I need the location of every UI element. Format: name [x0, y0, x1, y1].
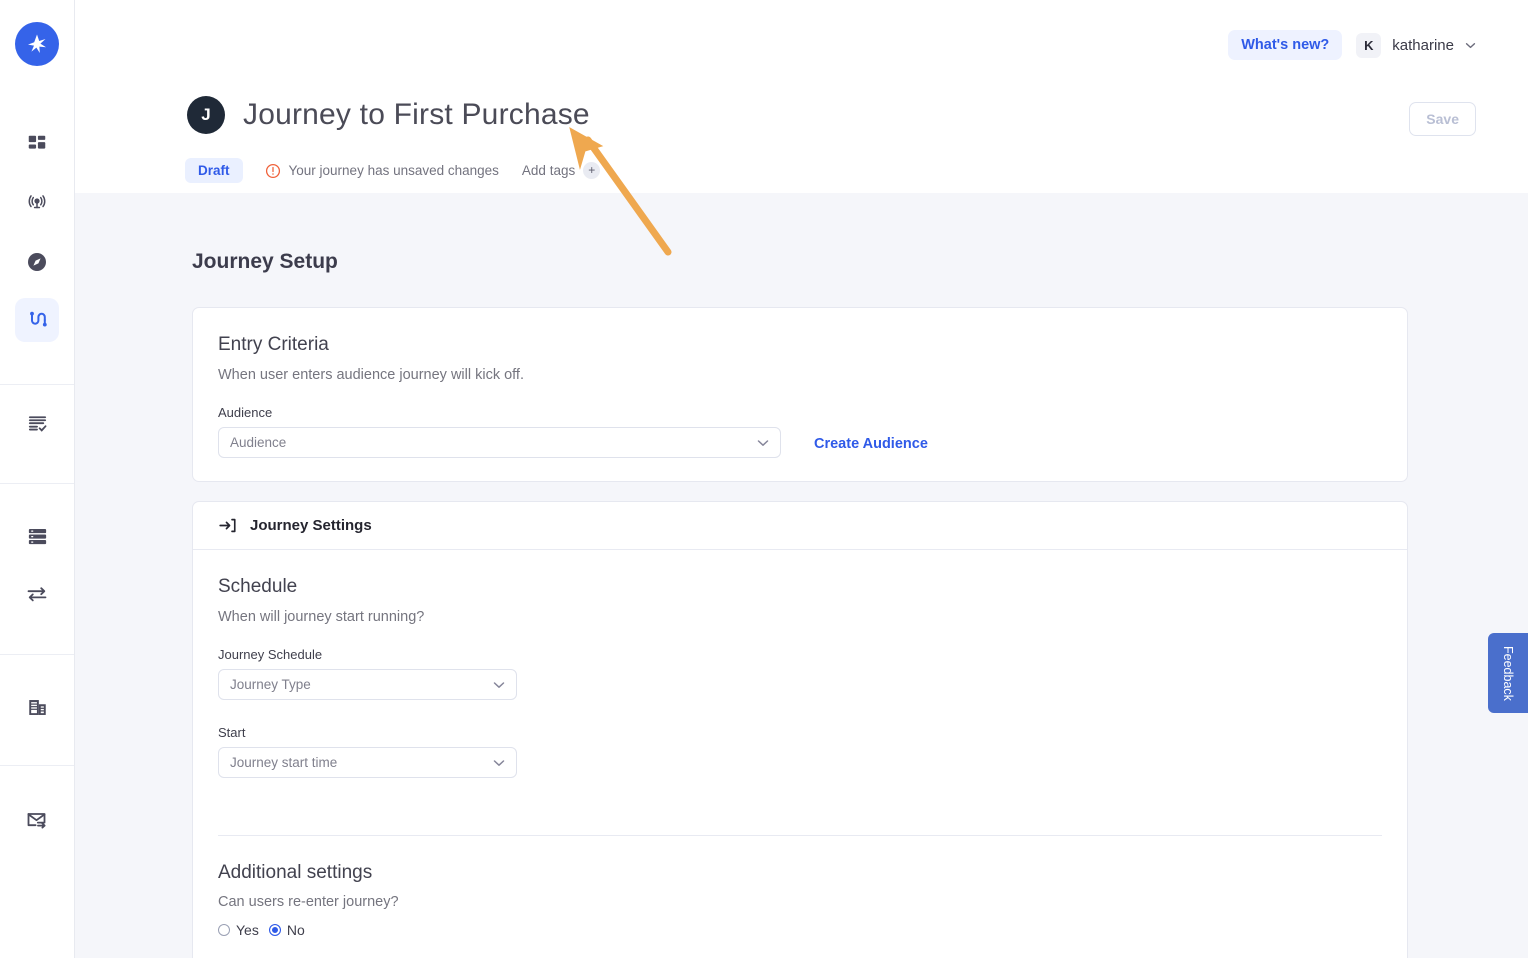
alert-circle-icon	[265, 163, 281, 179]
schedule-subtitle: When will journey start running?	[218, 609, 425, 625]
status-badge: Draft	[185, 158, 243, 183]
audience-label: Audience	[218, 405, 273, 420]
checklist-icon	[28, 415, 46, 432]
entry-criteria-card: Entry Criteria When user enters audience…	[192, 307, 1408, 482]
sidebar-item-explore[interactable]	[15, 240, 59, 284]
app-logo[interactable]	[15, 22, 59, 66]
journey-settings-header[interactable]: Journey Settings	[193, 502, 1407, 550]
broadcast-icon	[28, 195, 46, 209]
start-label: Start	[218, 725, 246, 740]
envelope-send-icon	[27, 813, 46, 829]
plus-icon: +	[583, 162, 601, 179]
sidebar-item-integrations[interactable]	[15, 572, 59, 616]
journey-schedule-label: Journey Schedule	[218, 647, 323, 662]
compass-icon	[28, 253, 46, 271]
sidebar-group-sources	[0, 514, 74, 616]
sidebar	[0, 0, 75, 958]
re-enter-option-yes-label: Yes	[236, 922, 259, 938]
journey-settings-card: Journey Settings Schedule When will jour…	[192, 501, 1408, 958]
add-tags-button[interactable]: Add tags +	[521, 162, 601, 179]
entry-criteria-subtitle: When user enters audience journey will k…	[218, 367, 524, 383]
organization-icon	[28, 699, 46, 715]
sidebar-divider-2	[0, 483, 74, 484]
unsaved-changes-text: Your journey has unsaved changes	[288, 163, 499, 178]
re-enter-option-no-label: No	[286, 922, 305, 938]
sidebar-group-org	[0, 685, 74, 729]
audience-select[interactable]: Audience	[218, 427, 781, 458]
main-content: Journey Setup Entry Criteria When user e…	[75, 193, 1528, 958]
whats-new-button[interactable]: What's new?	[1228, 30, 1343, 60]
additional-settings-heading: Additional settings	[218, 862, 373, 883]
sidebar-item-journeys[interactable]	[15, 298, 59, 342]
start-time-select-value: Journey start time	[230, 755, 338, 770]
sidebar-item-organization[interactable]	[15, 685, 59, 729]
chevron-down-icon	[1465, 39, 1476, 51]
re-enter-option-yes[interactable]: Yes	[218, 922, 259, 938]
enter-arrow-icon	[218, 516, 237, 535]
database-icon	[28, 528, 46, 544]
avatar: K	[1356, 32, 1382, 58]
journey-path-icon	[30, 311, 47, 327]
user-menu[interactable]: K katharine	[1356, 32, 1476, 58]
feedback-tab[interactable]: Feedback	[1488, 633, 1528, 713]
add-tags-label: Add tags	[521, 163, 576, 178]
entry-criteria-heading: Entry Criteria	[218, 334, 329, 355]
sidebar-item-data-sources[interactable]	[15, 514, 59, 558]
radio-icon	[218, 924, 230, 936]
re-enter-option-no[interactable]: No	[268, 922, 305, 938]
title-row: J Journey to First Purchase	[187, 96, 590, 134]
sidebar-item-messages[interactable]	[15, 798, 59, 842]
spark-logo-icon	[28, 34, 46, 53]
topbar: What's new? K katharine	[1228, 30, 1476, 60]
user-name-label: katharine	[1392, 36, 1454, 54]
start-time-select[interactable]: Journey start time	[218, 747, 517, 778]
chevron-down-icon	[757, 439, 769, 447]
create-audience-button[interactable]: Create Audience	[814, 436, 928, 452]
journey-avatar: J	[187, 96, 225, 134]
sidebar-item-tasks[interactable]	[15, 401, 59, 445]
meta-row: Draft Your journey has unsaved changes A…	[185, 158, 601, 183]
journey-settings-title: Journey Settings	[250, 517, 372, 534]
transfer-arrows-icon	[27, 587, 47, 602]
re-enter-question: Can users re-enter journey?	[218, 894, 399, 910]
chevron-down-icon	[493, 681, 505, 689]
sidebar-item-campaigns[interactable]	[15, 181, 59, 225]
journey-schedule-select-value: Journey Type	[230, 677, 311, 692]
chevron-down-icon	[493, 759, 505, 767]
page-title: Journey to First Purchase	[243, 98, 590, 131]
schedule-heading: Schedule	[218, 576, 298, 597]
sidebar-group-messaging	[0, 798, 74, 842]
sidebar-group-data	[0, 401, 74, 445]
sidebar-item-dashboard[interactable]	[15, 122, 59, 166]
journey-schedule-select[interactable]: Journey Type	[218, 669, 517, 700]
dashboard-grid-icon	[28, 135, 46, 149]
page-header: What's new? K katharine J Journey to Fir…	[75, 0, 1528, 193]
section-title: Journey Setup	[192, 250, 338, 273]
audience-select-value: Audience	[230, 435, 287, 450]
sidebar-divider-3	[0, 654, 74, 655]
unsaved-changes-notice: Your journey has unsaved changes	[265, 163, 499, 179]
sidebar-divider-1	[0, 384, 74, 385]
sidebar-divider-4	[0, 765, 74, 766]
re-enter-radio-group: Yes No	[218, 922, 1382, 938]
radio-icon	[268, 924, 281, 936]
save-button[interactable]: Save	[1409, 102, 1476, 136]
feedback-label: Feedback	[1501, 645, 1515, 701]
sidebar-group-primary	[0, 122, 74, 342]
